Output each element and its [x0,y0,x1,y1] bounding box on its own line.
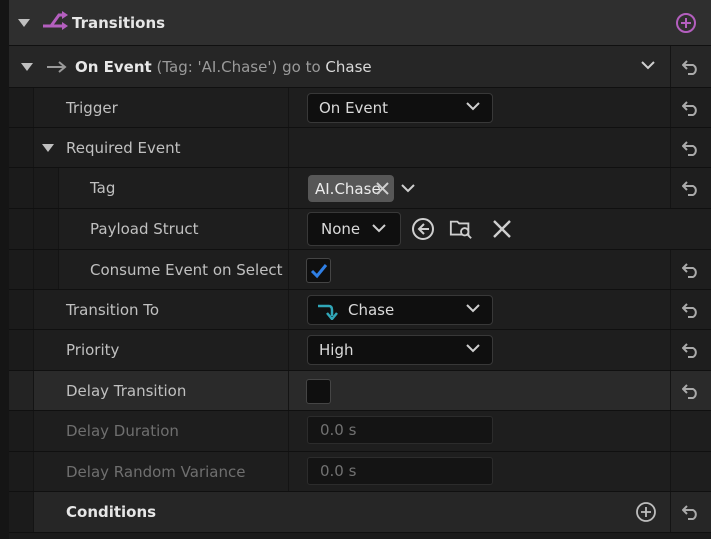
reset-to-default-icon[interactable] [682,100,700,116]
add-condition-icon[interactable] [635,501,657,523]
trigger-value: On Event [319,99,389,117]
payload-struct-value: None [321,220,361,238]
payload-struct-label: Payload Struct [90,220,199,238]
consume-event-checkbox[interactable] [306,258,331,283]
delay-transition-row: Delay Transition [9,371,711,411]
transition-to-value: Chase [348,301,395,319]
add-transition-icon[interactable] [675,12,697,34]
priority-label: Priority [66,341,120,359]
priority-combo[interactable]: High [307,335,493,365]
consume-event-value-cell [289,250,671,289]
payload-struct-row: Payload Struct None [9,209,711,250]
reset-to-default-icon[interactable] [682,342,700,358]
reset-to-default-icon[interactable] [682,140,700,156]
transition-item-row[interactable]: On Event (Tag: 'AI.Chase') go to Chase [9,46,711,88]
tag-chip[interactable]: AI.Chase [308,175,394,202]
tag-value-cell: AI.Chase [289,168,671,208]
delay-duration-input: 0.0 s [307,416,493,444]
tag-chip-label: AI.Chase [315,179,381,198]
state-link-icon [318,304,338,320]
chevron-down-icon [466,344,480,353]
reset-to-default-icon[interactable] [682,262,700,278]
collapse-arrow-icon[interactable] [21,63,33,71]
transition-to-row: Transition To Chase [9,290,711,330]
chevron-down-icon [466,102,480,111]
delay-transition-checkbox[interactable] [306,379,331,404]
transition-goto-text: go to [282,57,321,76]
reset-to-default-icon[interactable] [682,302,700,318]
reset-to-default-icon[interactable] [682,59,700,75]
reset-cell [670,88,711,127]
browse-folder-icon[interactable] [449,217,473,241]
reset-cell [670,46,711,87]
transitions-icon [43,11,68,30]
reset-cell [670,330,711,370]
reset-cell [670,290,711,329]
collapse-arrow-icon[interactable] [18,19,30,27]
transitions-title: Transitions [72,13,166,32]
delay-random-variance-label: Delay Random Variance [66,462,246,481]
conditions-row[interactable]: Conditions [9,492,711,533]
chevron-down-icon[interactable] [641,61,655,71]
transition-trigger-label: On Event [75,57,152,76]
reset-to-default-icon[interactable] [682,504,700,520]
checkmark-icon [310,264,328,279]
arrow-right-icon [47,61,67,73]
chevron-down-icon[interactable] [401,184,415,194]
priority-row: Priority High [9,330,711,371]
reset-cell [670,411,711,451]
delay-duration-label: Delay Duration [66,422,179,440]
tag-row: Tag AI.Chase [9,168,711,209]
transition-target-label: Chase [325,57,372,76]
transitions-category-row[interactable]: Transitions [9,0,711,46]
reset-cell [670,168,711,208]
transition-summary: On Event (Tag: 'AI.Chase') go to Chase [75,46,372,87]
consume-event-label: Consume Event on Select [90,260,283,279]
payload-struct-combo[interactable]: None [307,212,401,246]
trigger-label: Trigger [66,98,118,117]
delay-random-variance-input: 0.0 s [307,457,493,485]
chevron-down-icon [466,304,480,313]
reset-cell [670,250,711,289]
reset-cell [670,128,711,167]
priority-value: High [319,341,354,359]
transition-to-label: Transition To [66,300,160,319]
reset-cell [670,371,711,410]
consume-event-row: Consume Event on Select [9,250,711,290]
transition-tag-detail: (Tag: 'AI.Chase') [156,57,278,76]
delay-duration-row: Delay Duration 0.0 s [9,411,711,452]
required-event-row[interactable]: Required Event [9,128,711,168]
required-event-label: Required Event [66,138,181,157]
transition-to-combo[interactable]: Chase [307,295,493,325]
tag-label: Tag [90,179,116,197]
delay-transition-label: Delay Transition [66,381,187,400]
use-selected-icon[interactable] [411,217,435,241]
chevron-down-icon [372,224,386,233]
collapse-arrow-icon[interactable] [42,144,54,152]
delay-transition-value-cell [289,371,671,410]
close-icon[interactable] [376,182,389,195]
trigger-row: Trigger On Event [9,88,711,128]
reset-to-default-icon[interactable] [682,180,700,196]
conditions-label: Conditions [66,503,157,521]
reset-cell [670,492,711,532]
reset-to-default-icon[interactable] [682,383,700,399]
reset-cell [670,452,711,491]
clear-icon[interactable] [490,217,514,241]
delay-random-variance-row: Delay Random Variance 0.0 s [9,452,711,492]
trigger-combo[interactable]: On Event [307,93,493,123]
